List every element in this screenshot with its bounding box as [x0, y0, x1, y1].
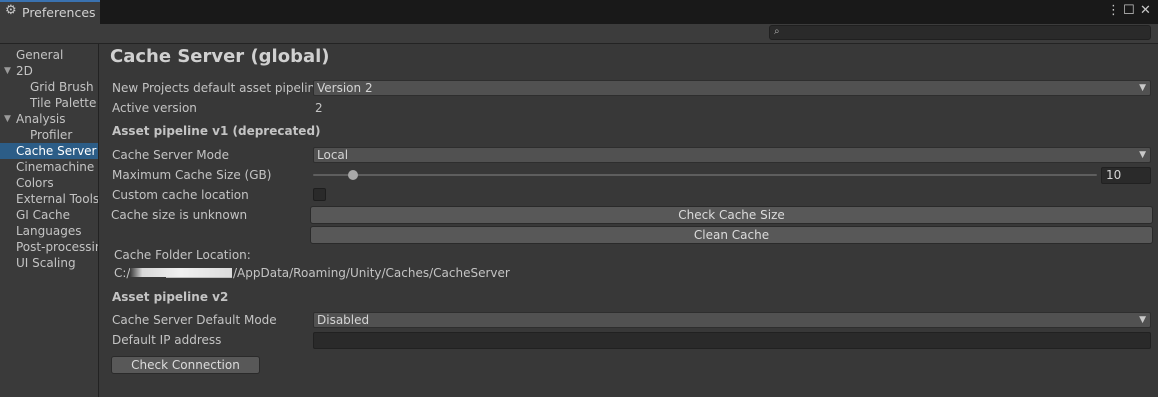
dropdown-value: Disabled [317, 313, 370, 327]
sidebar-item-label: GI Cache [16, 208, 70, 222]
dropdown-value: Local [317, 148, 349, 162]
sidebar-item-grid-brush[interactable]: Grid Brush [0, 79, 98, 95]
sidebar-item-label: Tile Palette [30, 96, 97, 110]
window-title-bar [0, 0, 1158, 24]
active-version-value: 2 [315, 101, 323, 115]
custom-cache-location-checkbox[interactable] [313, 188, 326, 201]
sidebar-item-external-tools[interactable]: External Tools [0, 191, 98, 207]
close-icon[interactable]: ✕ [1140, 4, 1151, 18]
sidebar-item-gi-cache[interactable]: GI Cache [0, 207, 98, 223]
sidebar-item-cinemachine[interactable]: Cinemachine [0, 159, 98, 175]
sidebar-item-label: Profiler [30, 128, 73, 142]
sidebar-item-label: Cache Server ( [16, 144, 98, 158]
sidebar-item-analysis[interactable]: ▼ Analysis [0, 111, 98, 127]
default-pipeline-label: New Projects default asset pipeline [112, 81, 323, 95]
check-connection-button[interactable]: Check Connection [111, 356, 260, 374]
page-title: Cache Server (global) [110, 46, 330, 67]
menu-icon[interactable]: ⋮ [1107, 4, 1120, 18]
sidebar-item-label: UI Scaling [16, 256, 76, 270]
v2-section-header: Asset pipeline v2 [112, 290, 229, 304]
redaction-underline [166, 277, 232, 278]
tab-title: Preferences [22, 5, 96, 20]
max-cache-size-slider-thumb[interactable] [348, 170, 358, 180]
foldout-arrow-icon[interactable]: ▼ [4, 111, 11, 127]
default-pipeline-dropdown[interactable]: Version 2 ▼ [313, 80, 1151, 96]
sidebar-item-label: Grid Brush [30, 80, 94, 94]
sidebar-item-languages[interactable]: Languages [0, 223, 98, 239]
max-cache-size-field[interactable]: 10 [1101, 167, 1151, 184]
sidebar-item-label: External Tools [16, 192, 98, 206]
sidebar-item-profiler[interactable]: Profiler [0, 127, 98, 143]
chevron-down-icon: ▼ [1139, 150, 1146, 160]
sidebar-item-label: Languages [16, 224, 82, 238]
sidebar-item-label: Analysis [16, 112, 66, 126]
cache-server-mode-label: Cache Server Mode [112, 148, 229, 162]
maximize-icon[interactable]: ☐ [1123, 4, 1135, 18]
active-version-label: Active version [112, 101, 197, 115]
default-mode-dropdown[interactable]: Disabled ▼ [313, 312, 1151, 328]
search-icon: ⌕ [774, 26, 780, 37]
chevron-down-icon: ▼ [1139, 83, 1146, 93]
sidebar-item-post-processing[interactable]: Post-processing [0, 239, 98, 255]
redacted-username [130, 268, 232, 277]
default-ip-field[interactable] [313, 332, 1151, 349]
chevron-down-icon: ▼ [1139, 315, 1146, 325]
check-cache-size-button[interactable]: Check Cache Size [310, 206, 1153, 224]
dropdown-value: Version 2 [317, 81, 373, 95]
v1-section-header: Asset pipeline v1 (deprecated) [112, 124, 321, 138]
custom-cache-location-label: Custom cache location [112, 188, 249, 202]
sidebar-item-label: Post-processing [16, 240, 98, 254]
sidebar: General ▼ 2D Grid Brush Tile Palette ▼ Ana… [0, 44, 99, 397]
max-cache-size-label: Maximum Cache Size (GB) [112, 168, 272, 182]
clean-cache-button[interactable]: Clean Cache [310, 226, 1153, 244]
cache-folder-prefix: C:/ [114, 266, 131, 280]
search-input[interactable] [769, 25, 1151, 40]
gear-icon: ⚙ [5, 3, 17, 18]
max-cache-size-slider-track[interactable] [313, 174, 1097, 176]
sidebar-item-label: General [16, 48, 64, 62]
sidebar-item-label: 2D [16, 64, 33, 78]
sidebar-item-tile-palette[interactable]: Tile Palette [0, 95, 98, 111]
sidebar-item-general[interactable]: General [0, 47, 98, 63]
cache-folder-suffix: /AppData/Roaming/Unity/Caches/CacheServe… [233, 266, 510, 280]
default-mode-label: Cache Server Default Mode [112, 313, 277, 327]
cache-size-status: Cache size is unknown [111, 208, 248, 222]
sidebar-item-ui-scaling[interactable]: UI Scaling [0, 255, 98, 271]
sidebar-item-2d[interactable]: ▼ 2D [0, 63, 98, 79]
sidebar-item-cache-server[interactable]: Cache Server ( [0, 143, 98, 159]
cache-folder-location-label: Cache Folder Location: [114, 248, 251, 262]
sidebar-item-label: Cinemachine [16, 160, 95, 174]
foldout-arrow-icon[interactable]: ▼ [4, 63, 11, 79]
cache-server-mode-dropdown[interactable]: Local ▼ [313, 147, 1151, 163]
sidebar-item-colors[interactable]: Colors [0, 175, 98, 191]
sidebar-item-label: Colors [16, 176, 54, 190]
default-ip-label: Default IP address [112, 333, 222, 347]
